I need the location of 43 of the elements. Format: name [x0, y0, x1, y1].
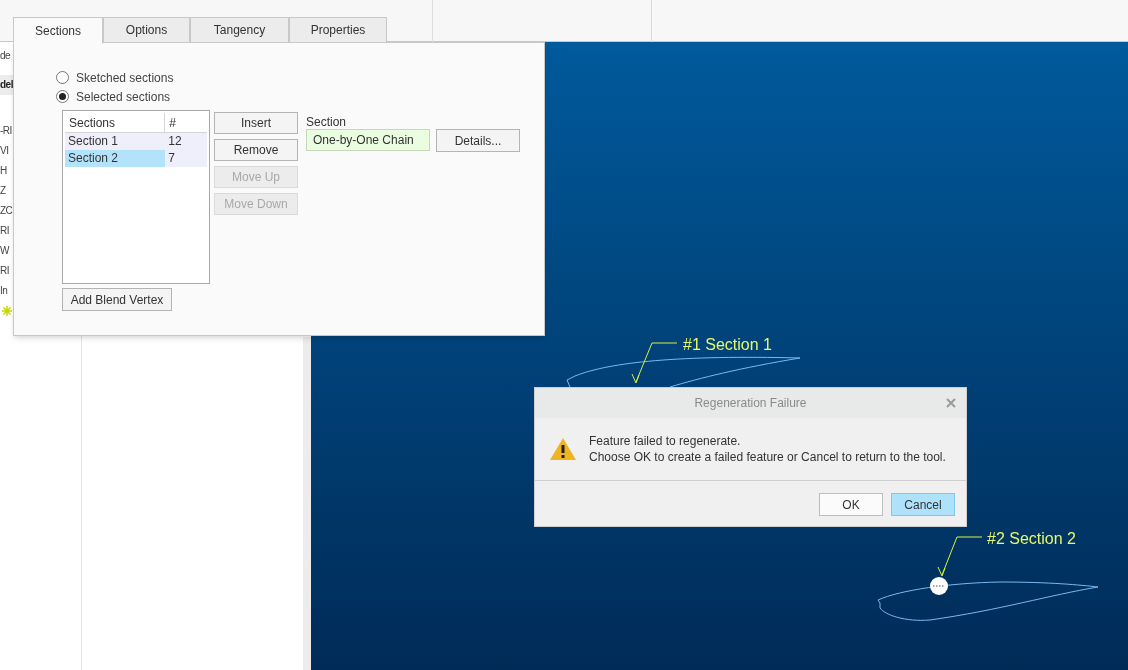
tree-item-text: W [0, 244, 11, 258]
warning-icon [549, 437, 577, 461]
section-label: Section [306, 114, 348, 129]
radio-button[interactable] [56, 71, 69, 84]
tree-item-text: del [0, 75, 13, 95]
tree-item-text: RI [0, 264, 10, 278]
dialog-button[interactable]: OK [819, 493, 883, 516]
sparkle-icon [2, 306, 12, 316]
add-blend-vertex-button[interactable]: Add Blend Vertex [62, 288, 172, 311]
close-icon[interactable] [946, 398, 956, 408]
leader-line [631, 342, 678, 384]
dialog-message: Feature failed to regenerate. [589, 433, 742, 449]
column-header[interactable]: # [165, 113, 207, 133]
radio-button[interactable] [56, 90, 69, 103]
radio-label: Selected sections [76, 88, 171, 106]
tree-item-text: Z [0, 184, 7, 198]
chain-field[interactable]: One-by-One Chain [306, 129, 430, 151]
list-button[interactable]: Insert [214, 112, 298, 134]
table-cell[interactable]: Section 2 [65, 150, 166, 167]
list-button[interactable]: Remove [214, 139, 298, 161]
table-cell[interactable]: 12 [165, 133, 207, 150]
table-cell[interactable]: 7 [165, 150, 207, 167]
dialog-message: Choose OK to create a failed feature or Cancel to return to the tool. [589, 449, 946, 465]
section-label: #2 Section 2 [987, 529, 1076, 549]
radio-label: Sketched sections [76, 69, 174, 87]
section-label: #1 Section 1 [683, 335, 772, 355]
tab[interactable]: Properties [289, 17, 387, 43]
tab[interactable]: Tangency [190, 17, 289, 43]
table-cell[interactable]: Section 1 [65, 133, 166, 150]
dialog-button[interactable]: Cancel [891, 493, 955, 516]
leader-line [937, 536, 983, 577]
tree-item-text: RI [0, 224, 10, 238]
dialog-title: Regeneration Failure [694, 395, 807, 412]
tree-item-text: de [0, 49, 12, 63]
tree-item-text: In [0, 284, 9, 298]
tree-item-text: H [0, 164, 8, 178]
tab[interactable]: Options [103, 17, 190, 43]
details-button[interactable]: Details... [436, 129, 520, 152]
tab[interactable]: Sections [13, 17, 103, 44]
tree-item-text: VI [0, 144, 10, 158]
tree-item-text: -RI [0, 124, 13, 138]
section-start-marker [930, 577, 948, 595]
tree-item-text: ZC [0, 204, 13, 218]
